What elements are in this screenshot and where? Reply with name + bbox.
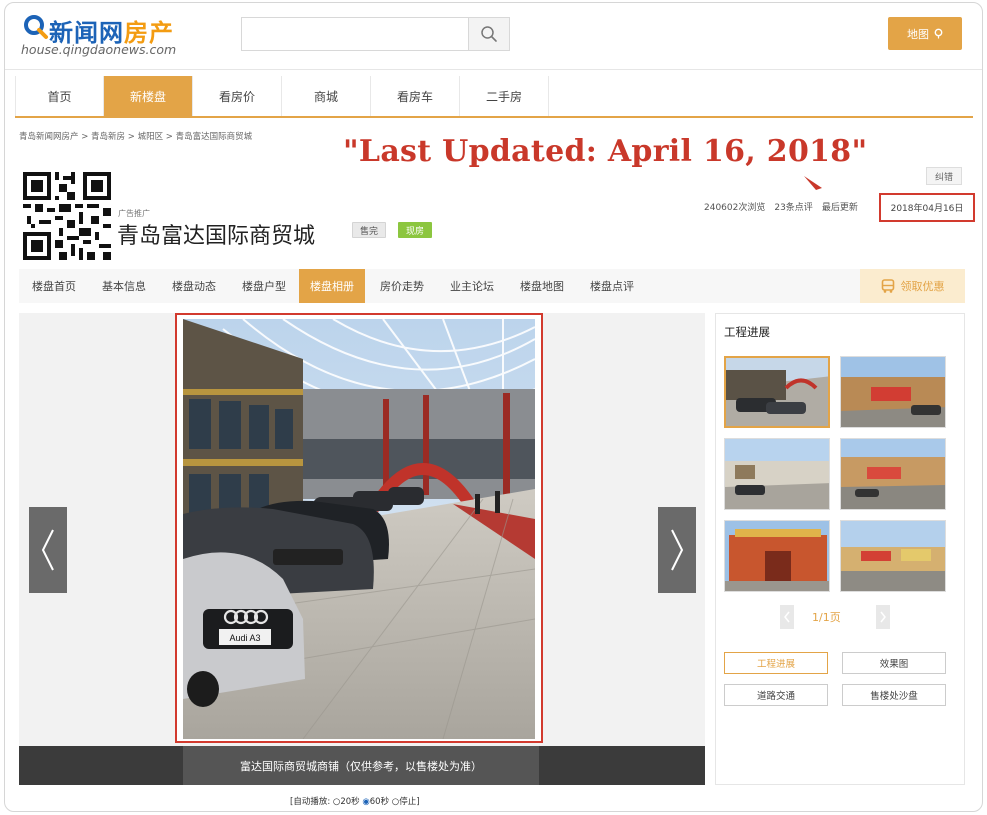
property-title: 青岛富达国际商贸城 (117, 224, 316, 249)
subnav-overview[interactable]: 楼盘首页 (19, 269, 89, 303)
nav-tab-second-hand[interactable]: 二手房 (460, 76, 549, 116)
location-pin-icon (934, 28, 943, 39)
nav-tab-house-tour[interactable]: 看房车 (371, 76, 460, 116)
thumbnail[interactable] (724, 356, 830, 428)
mall-photo-illustration: Audi A3 (183, 319, 535, 739)
header-divider (5, 69, 982, 70)
thumbnail[interactable] (840, 520, 946, 592)
qr-code (23, 172, 111, 260)
chevron-left-icon (784, 611, 790, 623)
annotation-arrow-icon (804, 176, 822, 190)
thumbnail[interactable] (840, 438, 946, 510)
updated-date: 2018年04月16日 (890, 204, 964, 214)
chevron-right-icon (880, 611, 886, 623)
search-icon (481, 26, 497, 42)
browser-frame: 新闻网房产 house.qingdaonews.com 地图 首页 新楼盘 看房… (4, 2, 983, 812)
breadcrumb: 青岛新闻网房产 > 青岛新房 > 城阳区 > 青岛富达国际商贸城 (19, 132, 253, 142)
subnav-reviews[interactable]: 楼盘点评 (577, 269, 647, 303)
subnav-forum[interactable]: 业主论坛 (437, 269, 507, 303)
thumbnail[interactable] (724, 438, 830, 510)
sold-out-badge: 售完 (352, 222, 386, 238)
ready-home-badge: 现房 (398, 222, 432, 238)
car-plate: Audi A3 (229, 633, 260, 643)
last-updated-annotation: "Last Updated: April 16, 2018" (343, 134, 868, 169)
pager-prev-button[interactable] (780, 605, 794, 629)
updated-label: 最后更新 (821, 203, 858, 213)
nav-tab-mall[interactable]: 商城 (282, 76, 371, 116)
main-nav: 首页 新楼盘 看房价 商城 看房车 二手房 (15, 76, 973, 118)
main-photo[interactable]: Audi A3 (183, 319, 535, 739)
autoplay-label: [自动播放: (290, 797, 331, 807)
main-photo-highlight: Audi A3 (175, 313, 543, 743)
pager-next-button[interactable] (876, 605, 890, 629)
thumbnail[interactable] (840, 356, 946, 428)
category-sandtable-button[interactable]: 售楼处沙盘 (842, 684, 946, 706)
breadcrumb-item[interactable]: 青岛富达国际商贸城 (176, 132, 253, 142)
nav-tab-home[interactable]: 首页 (15, 76, 104, 116)
category-renderings-button[interactable]: 效果图 (842, 652, 946, 674)
nav-tab-prices[interactable]: 看房价 (193, 76, 282, 116)
next-photo-button[interactable] (658, 507, 696, 593)
property-sub-nav: 楼盘首页 基本信息 楼盘动态 楼盘户型 楼盘相册 房价走势 业主论坛 楼盘地图 … (19, 269, 965, 303)
subnav-basic-info[interactable]: 基本信息 (89, 269, 159, 303)
thumbnail-pager: 1/1页 (772, 605, 918, 629)
subnav-album[interactable]: 楼盘相册 (299, 269, 365, 303)
coupon-label: 领取优惠 (900, 280, 945, 293)
nav-tab-new-homes[interactable]: 新楼盘 (104, 76, 193, 116)
bus-icon (881, 279, 894, 293)
report-error-button[interactable]: 纠错 (926, 167, 962, 185)
map-button-label: 地图 (907, 27, 929, 41)
category-progress-button[interactable]: 工程进展 (724, 652, 828, 674)
autoplay-radio-60s[interactable]: ◉ (362, 797, 369, 807)
map-button[interactable]: 地图 (888, 17, 962, 50)
subnav-floorplans[interactable]: 楼盘户型 (229, 269, 299, 303)
pager-text: 1/1页 (812, 611, 841, 624)
chevron-left-icon (41, 529, 54, 571)
comment-count[interactable]: 23条点评 (774, 200, 812, 213)
logo-url: house.qingdaonews.com (21, 42, 177, 57)
view-count: 240602次浏览 (704, 203, 766, 213)
updated-date-highlight: 2018年04月16日 (879, 193, 975, 222)
subnav-price-trend[interactable]: 房价走势 (367, 269, 437, 303)
album-sidebar: 工程进展 1/1页 工程进展 效果图 道路交通 售楼处沙盘 (715, 313, 965, 785)
thumbnail[interactable] (724, 520, 830, 592)
category-traffic-button[interactable]: 道路交通 (724, 684, 828, 706)
autoplay-controls: [自动播放: ○20秒 ◉60秒 ○停止] (290, 797, 420, 807)
subnav-map[interactable]: 楼盘地图 (507, 269, 577, 303)
search-button[interactable] (468, 17, 510, 51)
photo-caption: 富达国际商贸城商铺（仅供参考，以售楼处为准） (183, 746, 539, 785)
photo-caption-bar: 富达国际商贸城商铺（仅供参考，以售楼处为准） (19, 746, 705, 785)
prev-photo-button[interactable] (29, 507, 67, 593)
site-logo[interactable]: 新闻网房产 house.qingdaonews.com (19, 13, 219, 59)
breadcrumb-item[interactable]: 青岛新闻网房产 (19, 132, 79, 142)
chevron-right-icon (671, 529, 684, 571)
breadcrumb-item[interactable]: 城阳区 (138, 132, 164, 142)
search-input[interactable] (241, 17, 469, 51)
logo-magnifier-icon (24, 15, 48, 39)
subnav-news[interactable]: 楼盘动态 (159, 269, 229, 303)
property-stats: 240602次浏览 23条点评 最后更新 (704, 200, 858, 213)
breadcrumb-item[interactable]: 青岛新房 (91, 132, 125, 142)
sidebar-title: 工程进展 (724, 325, 770, 339)
coupon-button[interactable]: 领取优惠 (860, 269, 965, 303)
photo-gallery: Audi A3 富达国际商贸城商铺（仅供参考，以售楼处为准） (19, 313, 705, 785)
